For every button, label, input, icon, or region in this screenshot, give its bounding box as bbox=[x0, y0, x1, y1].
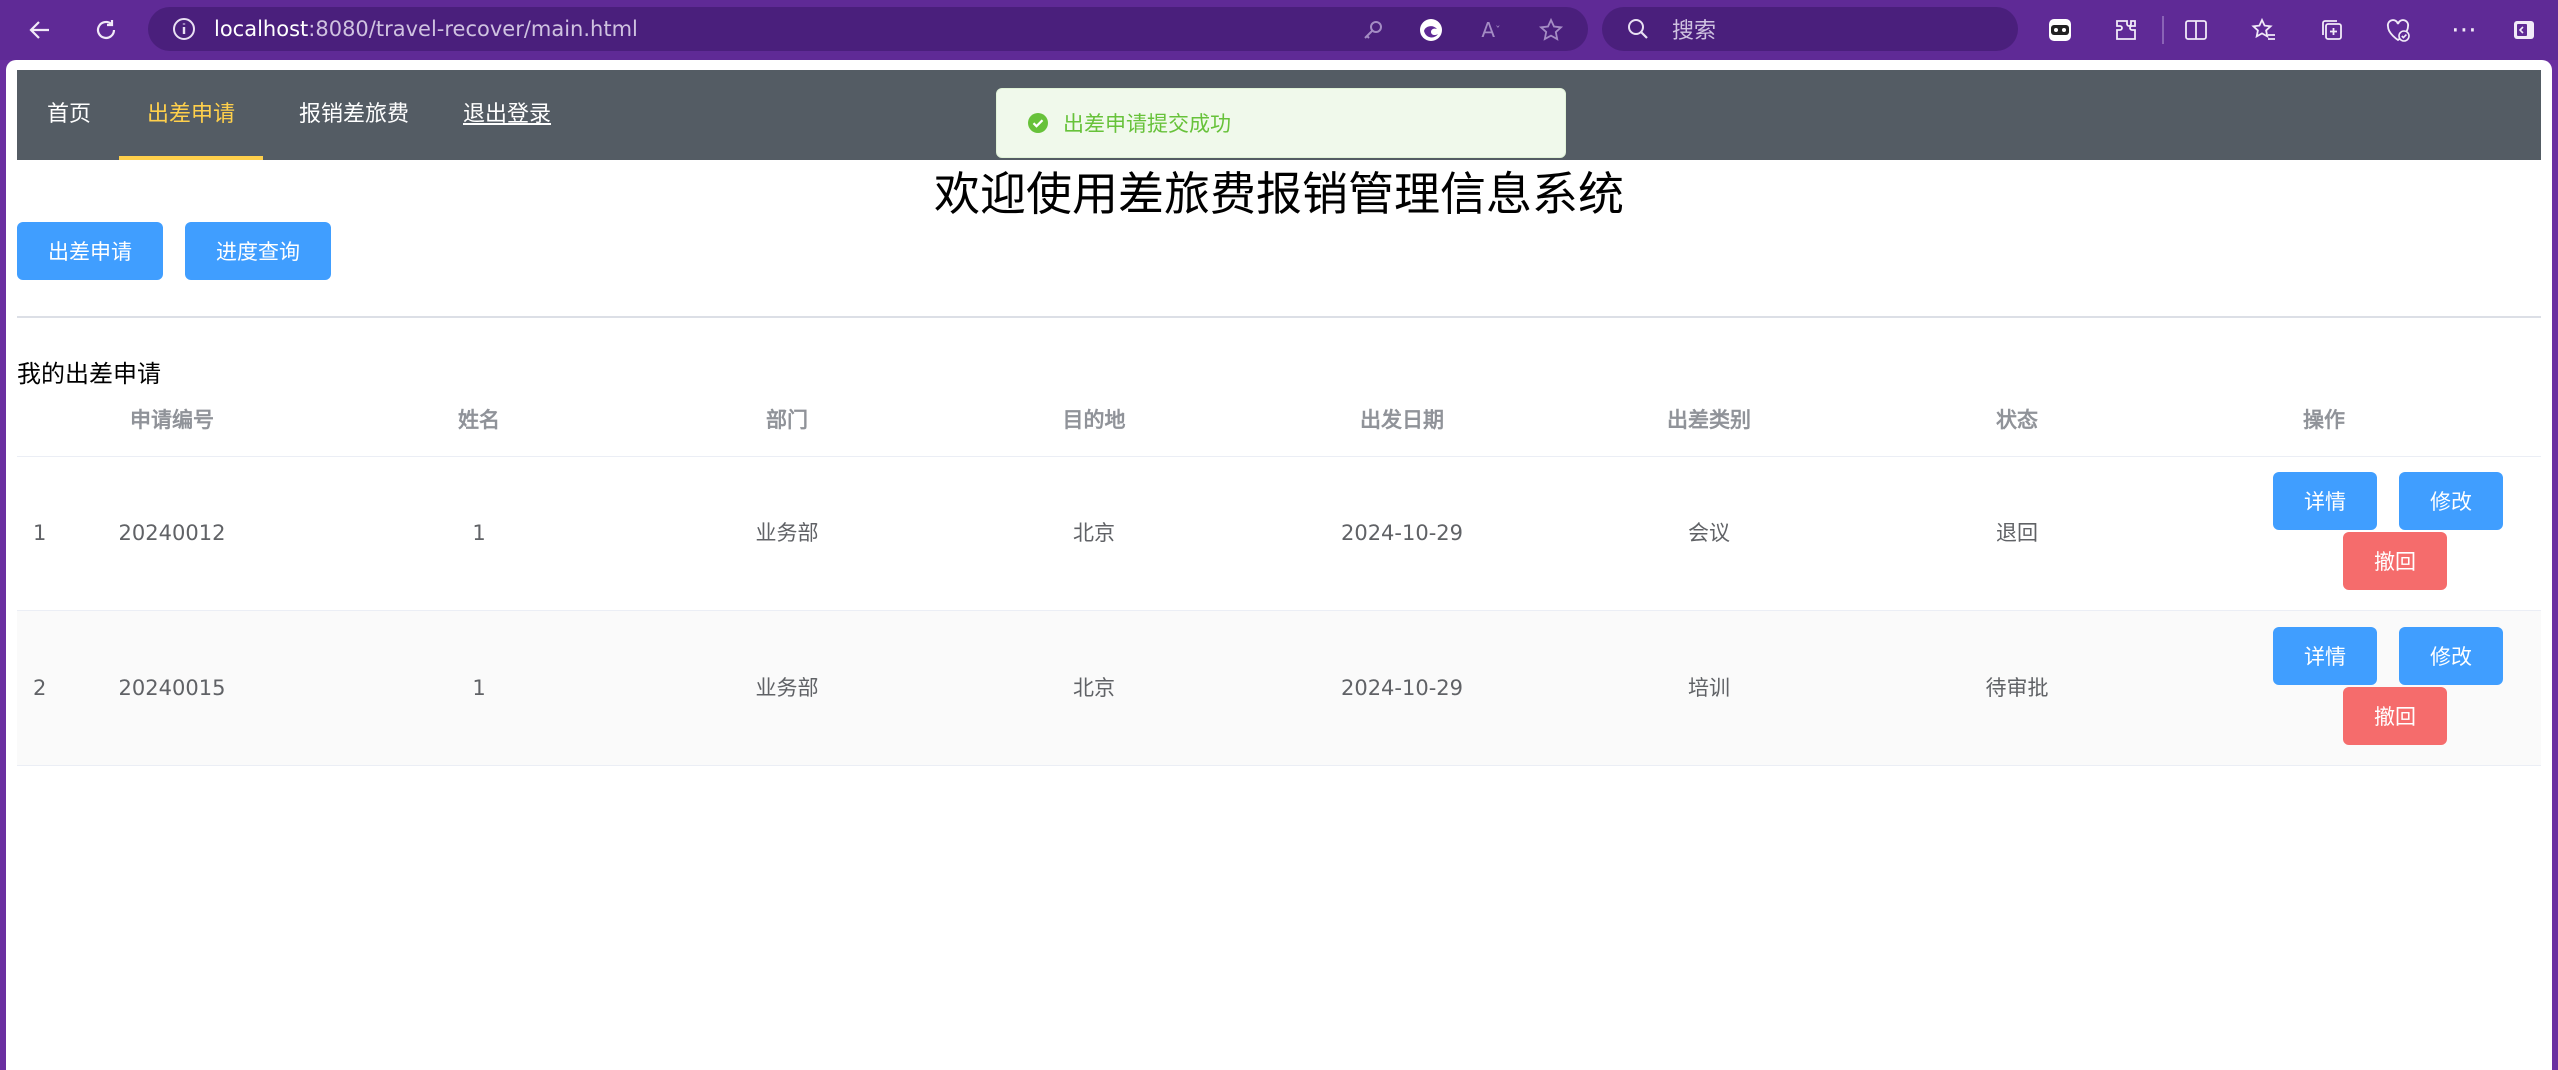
edit-button[interactable]: 修改 bbox=[2399, 472, 2503, 530]
read-aloud-icon[interactable]: Aˇ bbox=[1476, 15, 1506, 45]
progress-query-button[interactable]: 进度查询 bbox=[185, 222, 331, 280]
cell-dept: 业务部 bbox=[755, 521, 819, 545]
col-header-category: 出差类别 bbox=[1667, 408, 1751, 432]
cell-dest: 北京 bbox=[1073, 676, 1115, 700]
nav-item-reimburse[interactable]: 报销差旅费 bbox=[299, 70, 409, 160]
cell-dest: 北京 bbox=[1073, 521, 1115, 545]
detail-button[interactable]: 详情 bbox=[2273, 627, 2377, 685]
toast-message: 出差申请提交成功 bbox=[1063, 112, 1231, 136]
browser-search[interactable]: 搜索 bbox=[1602, 7, 2018, 51]
page-viewport: 首页 出差申请 报销差旅费 退出登录 出差申请提交成功 欢迎使用差旅费报销管理信… bbox=[6, 60, 2552, 1070]
page-title: 欢迎使用差旅费报销管理信息系统 bbox=[934, 167, 1624, 221]
site-info-icon[interactable] bbox=[172, 17, 196, 41]
success-toast: 出差申请提交成功 bbox=[996, 88, 1566, 158]
col-header-dest: 目的地 bbox=[1062, 408, 1126, 432]
cell-date: 2024-10-29 bbox=[1340, 676, 1464, 700]
nav-item-home[interactable]: 首页 bbox=[47, 70, 91, 160]
col-header-name: 姓名 bbox=[458, 408, 500, 432]
detail-button[interactable]: 详情 bbox=[2273, 472, 2377, 530]
cell-id: 20240012 bbox=[118, 521, 226, 545]
nav-item-travel-apply[interactable]: 出差申请 bbox=[119, 70, 263, 160]
apply-button[interactable]: 出差申请 bbox=[17, 222, 163, 280]
cell-status: 待审批 bbox=[1985, 676, 2049, 700]
table-row: 2 20240015 1 业务部 北京 2024-10-29 培训 待审批 详情… bbox=[17, 611, 2541, 766]
cell-date: 2024-10-29 bbox=[1340, 521, 1464, 545]
more-menu-icon[interactable]: ⋯ bbox=[2448, 14, 2480, 46]
table-row: 1 20240012 1 业务部 北京 2024-10-29 会议 退回 详情 … bbox=[17, 456, 2541, 611]
section-title: 我的出差申请 bbox=[17, 360, 161, 388]
cell-name: 1 bbox=[472, 676, 486, 700]
address-bar[interactable]: localhost:8080/travel-recover/main.html … bbox=[148, 7, 1588, 51]
section-divider bbox=[17, 316, 2541, 318]
col-header-actions: 操作 bbox=[2303, 408, 2345, 432]
edge-icon[interactable] bbox=[1416, 15, 1446, 45]
col-header-status: 状态 bbox=[1996, 408, 2038, 432]
cell-category: 会议 bbox=[1688, 521, 1730, 545]
sidebar-toggle-icon[interactable] bbox=[2508, 14, 2540, 46]
browser-toolbar: localhost:8080/travel-recover/main.html … bbox=[0, 0, 2558, 60]
cell-name: 1 bbox=[472, 521, 486, 545]
back-icon[interactable] bbox=[18, 8, 62, 52]
cell-category: 培训 bbox=[1688, 676, 1730, 700]
refresh-icon[interactable] bbox=[84, 8, 128, 52]
search-placeholder: 搜索 bbox=[1672, 19, 1717, 44]
search-icon bbox=[1626, 17, 1650, 41]
nav-item-logout[interactable]: 退出登录 bbox=[463, 70, 551, 160]
profile-icon[interactable] bbox=[2044, 14, 2076, 46]
toolbar-divider bbox=[2162, 16, 2164, 44]
cell-status: 退回 bbox=[1996, 521, 2038, 545]
edit-button[interactable]: 修改 bbox=[2399, 627, 2503, 685]
withdraw-button[interactable]: 撤回 bbox=[2343, 687, 2447, 745]
url-host: localhost bbox=[214, 17, 309, 41]
success-check-icon bbox=[1027, 112, 1049, 134]
browser-essentials-icon[interactable] bbox=[2382, 14, 2414, 46]
extensions-icon[interactable] bbox=[2110, 14, 2142, 46]
col-header-dept: 部门 bbox=[766, 408, 808, 432]
url-path: :8080/travel-recover/main.html bbox=[308, 17, 638, 41]
table-header: 申请编号 姓名 部门 目的地 出发日期 出差类别 状态 操作 bbox=[17, 398, 2541, 457]
col-header-date: 出发日期 bbox=[1360, 408, 1444, 432]
key-icon[interactable] bbox=[1358, 15, 1388, 45]
collections-icon[interactable] bbox=[2316, 14, 2348, 46]
favorites-icon[interactable] bbox=[2248, 14, 2280, 46]
split-screen-icon[interactable] bbox=[2180, 14, 2212, 46]
withdraw-button[interactable]: 撤回 bbox=[2343, 532, 2447, 590]
cell-dept: 业务部 bbox=[755, 676, 819, 700]
col-header-id: 申请编号 bbox=[130, 408, 214, 432]
favorite-star-icon[interactable] bbox=[1536, 15, 1566, 45]
cell-id: 20240015 bbox=[118, 676, 226, 700]
